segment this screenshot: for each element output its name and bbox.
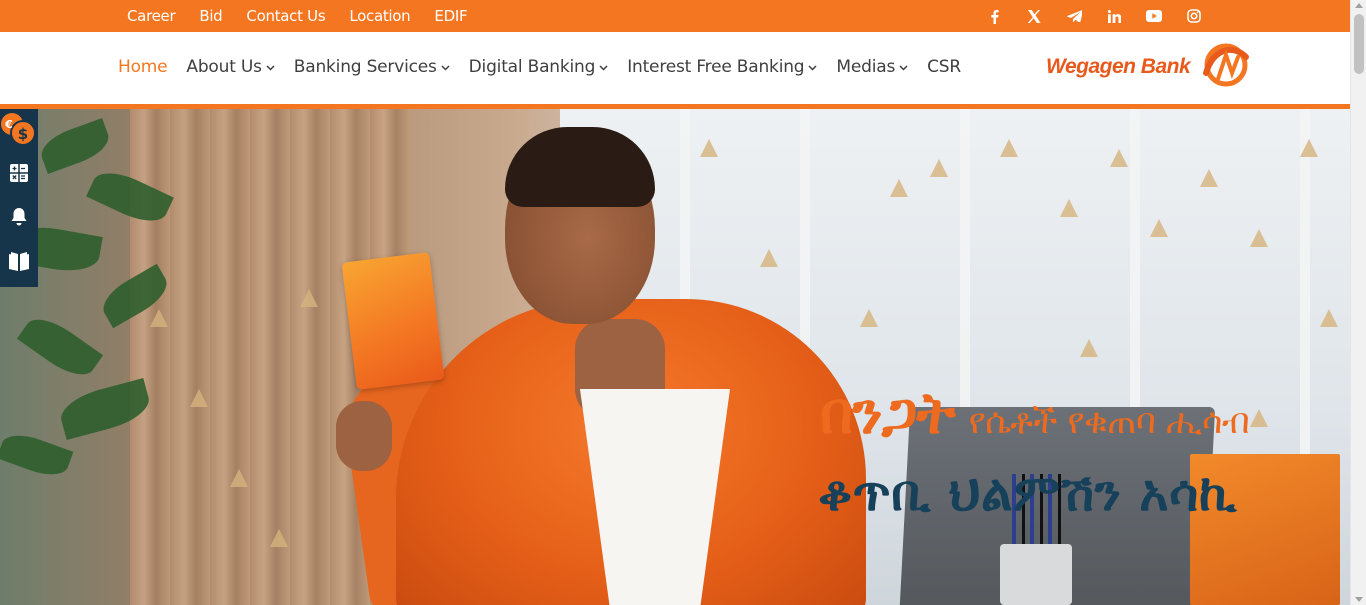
nav-item-label: CSR xyxy=(927,57,961,77)
page-scrollbar[interactable] xyxy=(1350,0,1366,605)
nav-item-label: Medias xyxy=(836,57,896,77)
hero-headline-subtitle: የሴቶች የቁጠባ ሒሳብ xyxy=(968,402,1250,442)
nav-item-banking-services[interactable]: Banking Services xyxy=(294,57,450,77)
decor-triangle xyxy=(1080,339,1098,357)
nav-item-about-us[interactable]: About Us xyxy=(186,57,275,77)
book-icon xyxy=(7,250,31,277)
notifications-button[interactable] xyxy=(0,197,38,241)
savings-passbook xyxy=(341,252,445,390)
nav-menu: Home About Us Banking Services Digital B… xyxy=(118,57,980,77)
chevron-down-icon xyxy=(266,63,275,74)
telegram-icon[interactable] xyxy=(1062,6,1086,26)
decor-triangle xyxy=(760,249,778,267)
top-link-bid[interactable]: Bid xyxy=(199,7,222,25)
scrollbar-thumb[interactable] xyxy=(1354,14,1364,74)
hero-headline-brand: በንጋት xyxy=(820,379,956,447)
scroll-up-icon[interactable] xyxy=(1355,3,1363,8)
currency-exchange-button[interactable]: $ € xyxy=(0,109,38,153)
decor-triangle xyxy=(1250,409,1268,427)
decor-triangle xyxy=(1250,229,1268,247)
top-utility-bar: Career Bid Contact Us Location EDIF xyxy=(0,0,1350,32)
chevron-down-icon xyxy=(441,63,450,74)
nav-item-label: Digital Banking xyxy=(468,57,596,77)
decor-triangle xyxy=(1150,219,1168,237)
nav-item-label: Home xyxy=(118,57,168,77)
decor-triangle xyxy=(890,179,908,197)
decor-triangle xyxy=(190,389,208,407)
scroll-down-icon[interactable] xyxy=(1355,597,1363,602)
nav-item-interest-free-banking[interactable]: Interest Free Banking xyxy=(627,57,817,77)
social-links xyxy=(982,6,1222,26)
top-links: Career Bid Contact Us Location EDIF xyxy=(127,7,491,25)
nav-item-digital-banking[interactable]: Digital Banking xyxy=(469,57,609,77)
guide-button[interactable] xyxy=(0,241,38,285)
decor-triangle xyxy=(150,309,168,327)
chevron-down-icon xyxy=(808,63,817,74)
nav-item-csr[interactable]: CSR xyxy=(927,57,961,77)
svg-text:$: $ xyxy=(18,125,28,143)
linkedin-icon[interactable] xyxy=(1102,6,1126,26)
decor-triangle xyxy=(1200,169,1218,187)
decor-triangle xyxy=(700,139,718,157)
desk-cup xyxy=(1000,544,1072,605)
decor-triangle xyxy=(1110,149,1128,167)
bank-logo[interactable]: Wegagen Bank xyxy=(1046,43,1282,92)
hero-headline: በንጋት የሴቶች የቁጠባ ሒሳብ xyxy=(820,379,1250,448)
facebook-icon[interactable] xyxy=(982,6,1006,26)
chevron-down-icon xyxy=(599,63,608,74)
decor-triangle xyxy=(860,309,878,327)
svg-text:€: € xyxy=(4,118,13,131)
top-link-edif[interactable]: EDIF xyxy=(434,7,467,25)
x-icon[interactable] xyxy=(1022,6,1046,26)
floating-toolbar: $ € xyxy=(0,109,38,287)
top-link-career[interactable]: Career xyxy=(127,7,176,25)
plant-leaf xyxy=(0,427,74,483)
nav-item-home[interactable]: Home xyxy=(118,57,168,77)
person-hand xyxy=(336,401,392,471)
youtube-icon[interactable] xyxy=(1142,6,1166,26)
top-link-contact-us[interactable]: Contact Us xyxy=(246,7,325,25)
decor-triangle xyxy=(930,159,948,177)
decor-triangle xyxy=(300,289,318,307)
decor-triangle xyxy=(270,529,288,547)
chevron-down-icon xyxy=(899,63,908,74)
decor-triangle xyxy=(1060,199,1078,217)
nav-item-label: Banking Services xyxy=(293,57,437,77)
logo-text: Wegagen Bank xyxy=(1046,55,1191,78)
hero-banner[interactable]: በንጋት የሴቶች የቁጠባ ሒሳብ ቆጥቢ ህልምሽን አሳኪ xyxy=(0,109,1350,605)
top-link-location[interactable]: Location xyxy=(349,7,410,25)
plant-leaf xyxy=(16,309,104,385)
calculator-button[interactable] xyxy=(0,153,38,197)
currency-exchange-icon: $ € xyxy=(0,109,39,154)
nav-item-label: About Us xyxy=(186,57,262,77)
decor-triangle xyxy=(1000,139,1018,157)
calculator-icon xyxy=(9,163,29,188)
decor-triangle xyxy=(1320,309,1338,327)
logo-mark-icon xyxy=(1196,43,1252,92)
decor-triangle xyxy=(230,469,248,487)
nav-item-label: Interest Free Banking xyxy=(627,57,805,77)
nav-item-medias[interactable]: Medias xyxy=(836,57,908,77)
bell-icon xyxy=(10,207,28,232)
plant-leaf xyxy=(36,118,114,174)
instagram-icon[interactable] xyxy=(1182,6,1206,26)
hero-tagline: ቆጥቢ ህልምሽን አሳኪ xyxy=(818,464,1237,522)
decor-triangle xyxy=(1300,139,1318,157)
